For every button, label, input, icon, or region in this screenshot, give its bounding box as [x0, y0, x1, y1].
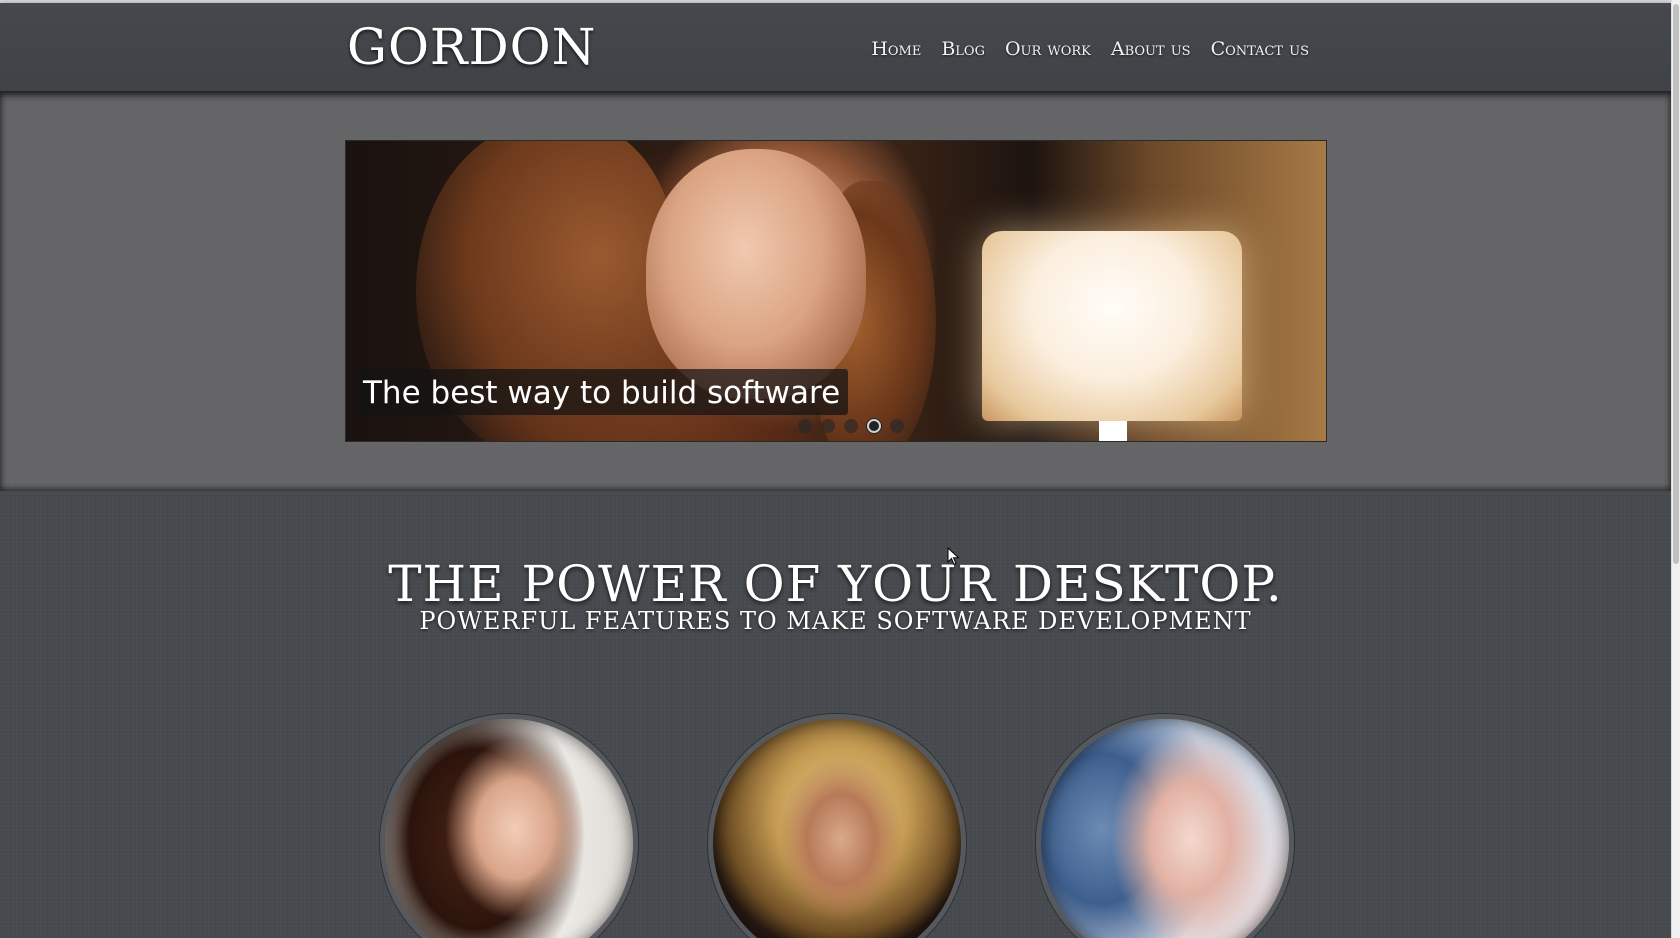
mouse-pointer-icon [947, 547, 960, 566]
slide-image-lamp [982, 231, 1242, 421]
nav-about-us[interactable]: About us [1111, 37, 1191, 61]
slider-dot[interactable] [798, 419, 812, 433]
image-slider[interactable]: The best way to build software [345, 140, 1327, 442]
nav-blog[interactable]: Blog [941, 37, 985, 61]
slide-caption: The best way to build software [356, 369, 849, 415]
site-logo[interactable]: GORDON [347, 17, 596, 77]
page: GORDON Home Blog Our work About us Conta… [0, 0, 1671, 938]
main-nav: Home Blog Our work About us Contact us [871, 37, 1309, 61]
site-header: GORDON Home Blog Our work About us Conta… [0, 3, 1671, 91]
portrait-circle-2[interactable] [708, 714, 966, 938]
slider-dot[interactable] [821, 419, 835, 433]
slider-dot[interactable] [890, 419, 904, 433]
nav-our-work[interactable]: Our work [1005, 37, 1091, 61]
nav-contact-us[interactable]: Contact us [1211, 37, 1309, 61]
portrait-circle-1[interactable] [380, 714, 638, 938]
vertical-scrollbar[interactable] [1671, 0, 1680, 938]
scrollbar-thumb[interactable] [1673, 4, 1679, 564]
slide-image-portrait [646, 149, 866, 399]
hero-subheadline: POWERFUL FEATURES TO MAKE SOFTWARE DEVEL… [419, 607, 1252, 635]
slider-dot[interactable] [844, 419, 858, 433]
slider-dot-active[interactable] [867, 419, 881, 433]
slide-image-lamp-stem [1099, 421, 1127, 441]
slider-pagination [798, 419, 904, 433]
hero-headline: THE POWER OF YOUR DESKTOP. [388, 555, 1283, 613]
nav-home[interactable]: Home [871, 37, 921, 61]
slider-band: The best way to build software [0, 91, 1671, 491]
portrait-circle-3[interactable] [1036, 714, 1294, 938]
